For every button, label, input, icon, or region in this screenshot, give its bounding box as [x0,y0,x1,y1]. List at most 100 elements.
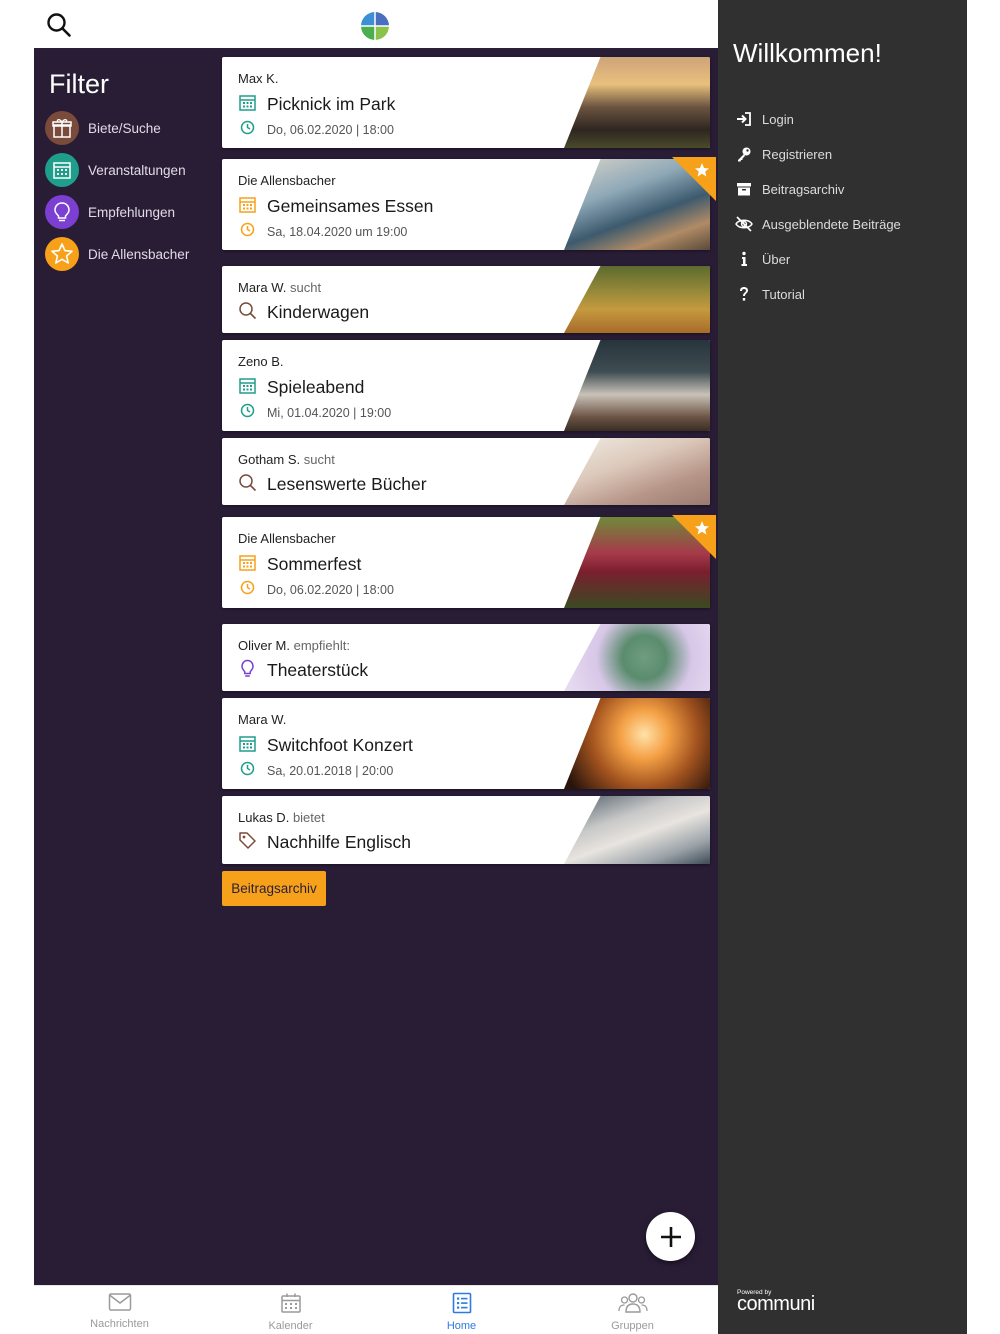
calendar-icon [238,195,257,218]
post-card-kinderwagen[interactable]: Mara W. sucht Kinderwagen [222,266,710,333]
hidden-eye-icon [735,215,753,233]
filter-label: Die Allensbacher [88,246,190,262]
side-item-login[interactable]: Login [735,108,794,130]
side-label: Ausgeblendete Beiträge [762,216,901,232]
post-image [564,624,710,691]
nav-gruppen[interactable]: Gruppen [547,1286,718,1334]
side-item-registrieren[interactable]: Registrieren [735,143,832,165]
powered-by-logo: Powered by communi [737,1289,837,1315]
calendar-icon [238,553,257,576]
filter-title: Filter [49,69,109,99]
side-label: Über [762,251,791,267]
clock-icon [240,403,255,422]
post-author: Mara W. [238,280,287,295]
post-title: Nachhilfe Englisch [267,832,411,852]
bottom-nav: Nachrichten Kalender Home Gruppen [34,1285,718,1334]
list-icon [451,1292,473,1318]
post-card-sommerfest[interactable]: Die Allensbacher Sommerfest Do, 06.02.20… [222,515,716,608]
post-date: Do, 06.02.2020 | 18:00 [267,582,394,597]
nav-home[interactable]: Home [376,1286,547,1334]
side-item-ausgeblendete-beitraege[interactable]: Ausgeblendete Beiträge [735,213,901,235]
featured-star-icon [672,515,716,559]
post-author: Gotham S. [238,452,301,467]
calendar-icon [238,734,257,757]
post-image [564,438,710,505]
key-icon [735,145,753,163]
post-date: Sa, 18.04.2020 um 19:00 [267,224,408,239]
filter-label: Veranstaltungen [88,162,186,178]
post-card-lesenswerte-buecher[interactable]: Gotham S. sucht Lesenswerte Bücher [222,438,710,505]
post-card-spieleabend[interactable]: Zeno B. Spieleabend Mi, 01.04.2020 | 19:… [222,340,710,431]
side-panel: Willkommen! Login Registrieren Beitragsa… [718,0,967,1334]
post-card-switchfoot-konzert[interactable]: Mara W. Switchfoot Konzert Sa, 20.01.201… [222,698,710,789]
post-author: Die Allensbacher [238,173,336,188]
post-title: Sommerfest [267,554,362,574]
filter-item-veranstaltungen[interactable]: Veranstaltungen [45,152,215,188]
post-author: Die Allensbacher [238,531,336,546]
login-icon [735,110,753,128]
post-verb: sucht [303,452,335,467]
calendar-icon [238,376,257,399]
post-title: Lesenswerte Bücher [267,474,427,494]
post-date: Sa, 20.01.2018 | 20:00 [267,763,394,778]
post-date: Do, 06.02.2020 | 18:00 [267,122,394,137]
side-item-ueber[interactable]: Über [735,248,790,270]
side-label: Registrieren [762,146,833,162]
filter-item-empfehlungen[interactable]: Empfehlungen [45,194,215,230]
search-icon [238,301,257,324]
main-feed: Filter Biete/Suche Veranstaltungen Empfe… [34,50,718,1285]
group-icon [617,1292,648,1318]
nav-kalender[interactable]: Kalender [205,1286,376,1334]
side-label: Tutorial [762,286,805,302]
post-date: Mi, 01.04.2020 | 19:00 [267,405,392,420]
filter-label: Empfehlungen [88,204,176,220]
side-label: Login [762,111,794,127]
lightbulb-icon [45,195,79,229]
clock-icon [240,761,255,780]
post-title: Theaterstück [267,660,369,680]
lightbulb-icon [238,659,257,682]
clock-icon [240,120,255,139]
post-author: Max K. [238,71,279,86]
post-card-theaterstueck[interactable]: Oliver M. empfiehlt: Theaterstück [222,624,710,691]
post-title: Switchfoot Konzert [267,735,413,755]
post-author: Oliver M. [238,638,290,653]
filter-item-die-allensbacher[interactable]: Die Allensbacher [45,236,215,272]
brand-name: communi [737,1293,815,1315]
nav-label: Home [446,1320,477,1332]
side-item-beitragsarchiv[interactable]: Beitragsarchiv [735,178,844,200]
post-image [564,340,710,431]
star-icon [45,237,79,271]
post-card-picknick[interactable]: Max K. Picknick im Park Do, 06.02.2020 |… [222,57,710,148]
post-title: Gemeinsames Essen [267,196,434,216]
archive-icon [735,180,753,198]
search-icon[interactable] [46,12,72,38]
post-card-gemeinsames-essen[interactable]: Die Allensbacher Gemeinsames Essen Sa, 1… [222,157,716,250]
nav-nachrichten[interactable]: Nachrichten [34,1286,205,1334]
filter-item-biete-suche[interactable]: Biete/Suche [45,110,215,146]
post-author: Lukas D. [238,810,290,825]
post-image [564,57,710,148]
side-item-tutorial[interactable]: Tutorial [735,283,805,305]
tag-icon [238,831,257,854]
post-verb: empfiehlt: [293,638,350,653]
post-author: Mara W. [238,712,287,727]
info-icon [735,250,753,268]
post-image [564,266,710,333]
featured-star-icon [672,157,716,201]
archive-button[interactable]: Beitragsarchiv [222,871,326,906]
post-title: Spieleabend [267,377,365,397]
nav-label: Gruppen [611,1320,654,1332]
calendar-icon [45,153,79,187]
side-panel-title: Willkommen! [733,38,882,68]
post-image [564,698,710,789]
mail-icon [108,1292,132,1316]
plus-icon[interactable] [646,1212,695,1261]
post-card-nachhilfe-englisch[interactable]: Lukas D. bietet Nachhilfe Englisch [222,796,710,864]
clock-icon [240,580,255,599]
post-verb: sucht [290,280,322,295]
top-bar [34,0,718,50]
app-logo[interactable] [360,11,390,41]
nav-label: Nachrichten [90,1318,149,1330]
search-icon [238,473,257,496]
